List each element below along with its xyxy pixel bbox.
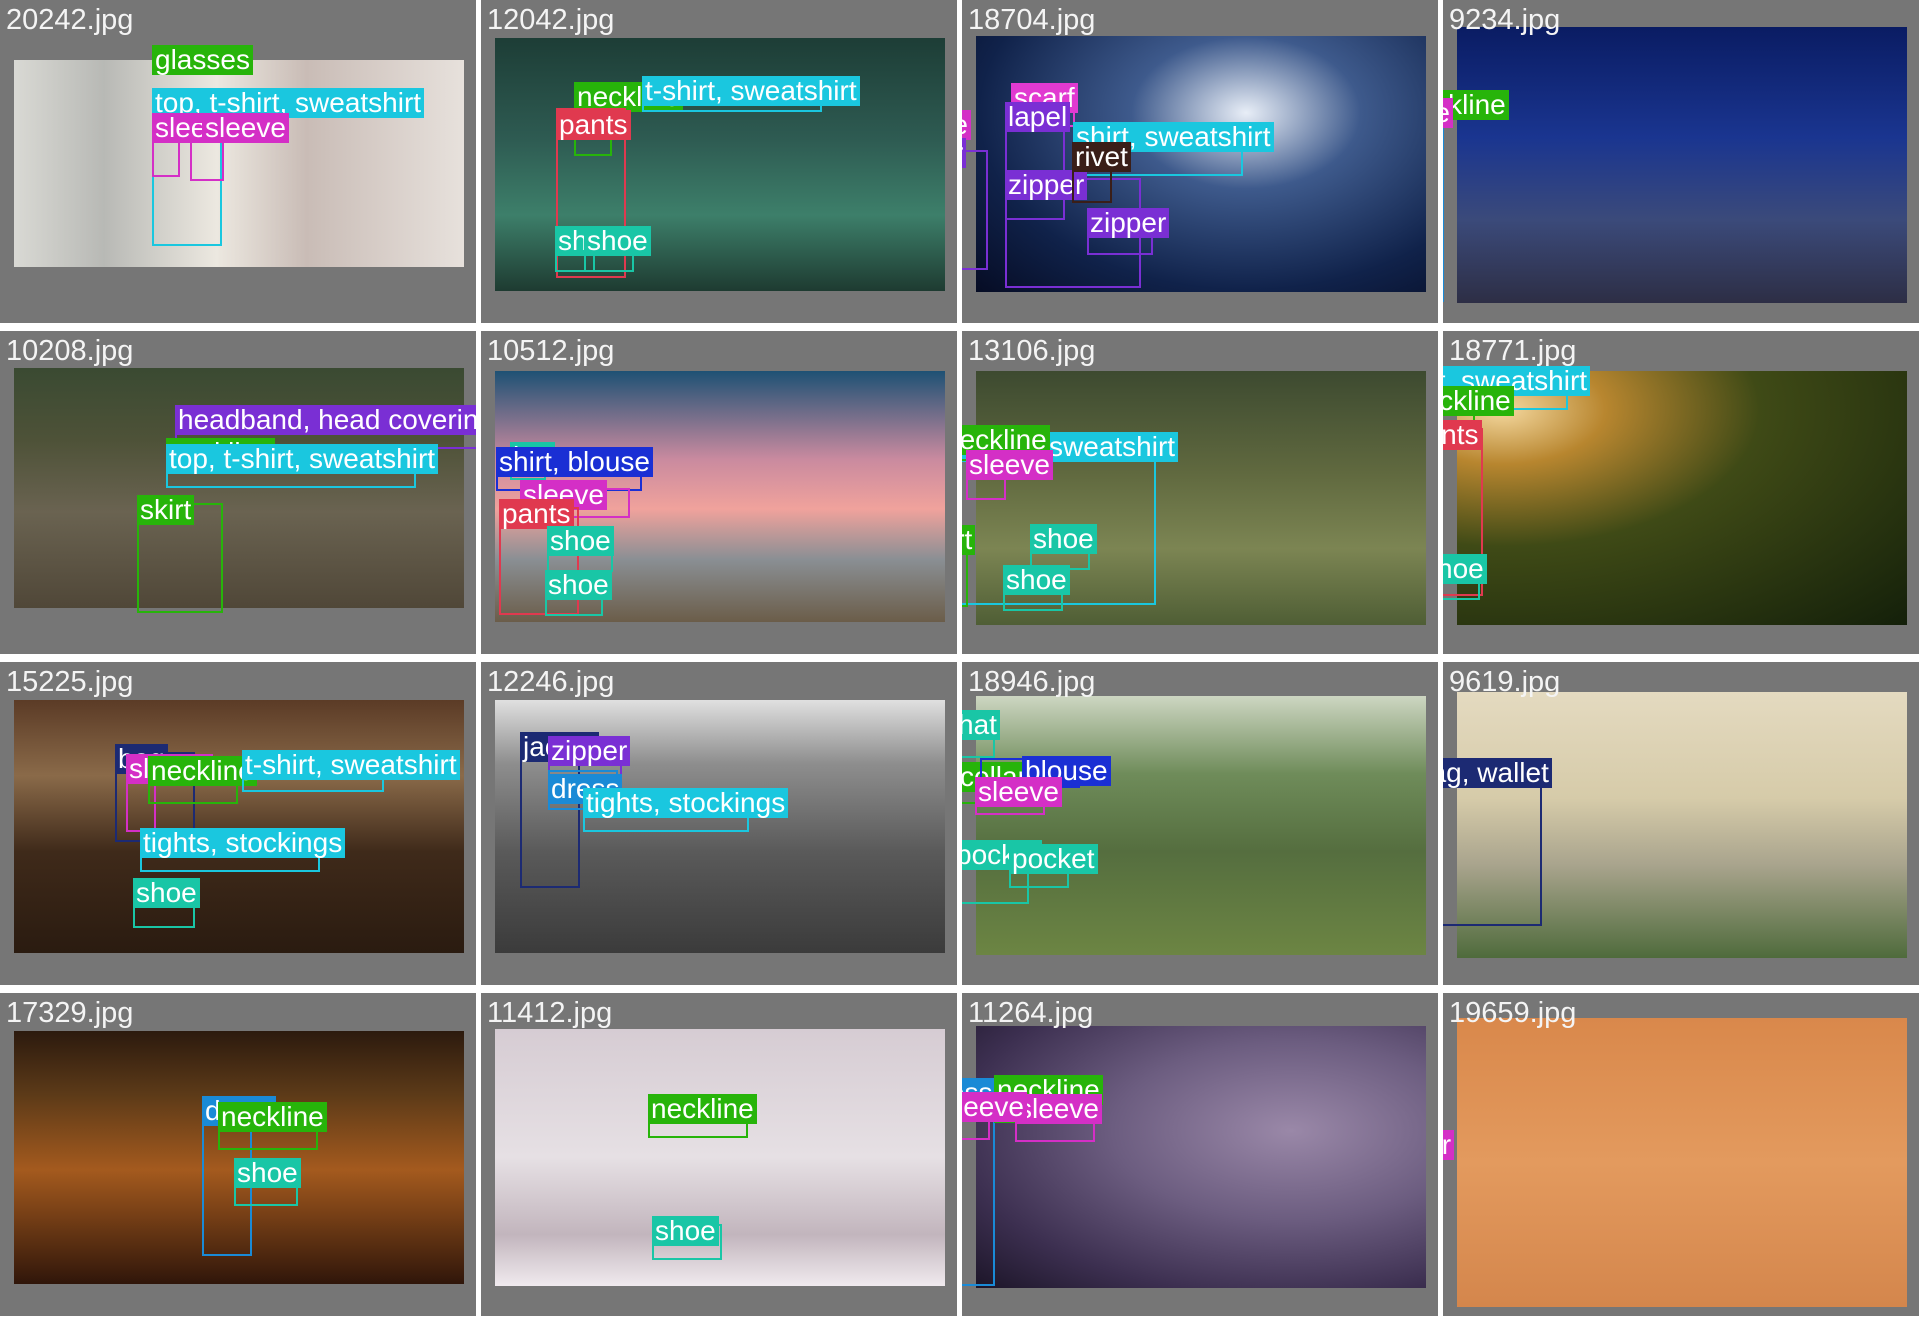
annotation-layer: top, t-shirt, sweatshirtnecklinesleevesk… [962, 331, 1438, 654]
box-label: shoe [234, 1158, 301, 1188]
box-label: sleeve [1015, 1094, 1102, 1124]
annotation-layer: top, t-shirt, sweatshirtnecklinepantssho… [1443, 331, 1919, 654]
box-label: shoe [1443, 554, 1487, 584]
image-tile[interactable]: 12246.jpgjacketzipperdresstights, stocki… [481, 662, 957, 985]
tile-filename: 9619.jpg [1449, 666, 1561, 698]
tile-filename: 15225.jpg [6, 666, 134, 698]
box-label: zipper [962, 138, 967, 168]
box-label: pocket [1009, 844, 1098, 874]
box-label: shoe [545, 570, 612, 600]
box-label: pants [1443, 420, 1482, 450]
annotation-layer: glasses top, t-shirt, sweatshirt sleeve sle… [0, 0, 476, 323]
box-label: pants [556, 110, 631, 140]
box-label: lapel [1005, 102, 1071, 132]
box-label: skirt [137, 495, 195, 525]
image-tile[interactable]: 17329.jpgdressnecklineshoe [0, 993, 476, 1316]
tile-filename: 19659.jpg [1449, 997, 1577, 1029]
bounding-box [1443, 766, 1542, 926]
image-tile[interactable]: 12042.jpg neckline t-shirt, sweatshirt pant… [481, 0, 957, 323]
tile-filename: 12042.jpg [487, 4, 615, 36]
box-label: neckline [648, 1094, 757, 1124]
box-label: sleeve [975, 777, 1062, 807]
box-label: shirt, blouse [496, 447, 653, 477]
image-tile[interactable]: 10208.jpgheadband, head covering, hair a… [0, 331, 476, 654]
box-label: shoe [1030, 524, 1097, 554]
annotation-layer: dressnecklineshoe [0, 993, 476, 1316]
tile-filename: 18946.jpg [968, 666, 1096, 698]
annotation-layer: necklinet-shirt, sweatshirtpantsshoeshoe [481, 0, 957, 323]
box-label: shoe [133, 878, 200, 908]
tile-filename: 17329.jpg [6, 997, 134, 1029]
image-tile[interactable]: 11264.jpgdressnecklinesleevesleeve [962, 993, 1438, 1316]
bounding-box [1443, 120, 1444, 302]
image-tile[interactable]: 11412.jpg neckline shoe [481, 993, 957, 1316]
tile-filename: 11412.jpg [487, 997, 613, 1029]
annotation-layer: neckline shoe [481, 993, 957, 1316]
image-tile[interactable]: 13106.jpgtop, t-shirt, sweatshirtnecklin… [962, 331, 1438, 654]
image-tile[interactable]: 18771.jpgtop, t-shirt, sweatshirtnecklin… [1443, 331, 1919, 654]
box-label: neckline [148, 756, 257, 786]
image-tile[interactable]: 10512.jpghatshirt, blousesleevepantsshoe… [481, 331, 957, 654]
image-tile[interactable]: 18946.jpghatcollarblousesleevepocketpock… [962, 662, 1438, 985]
box-label: t-shirt, sweatshirt [642, 76, 860, 106]
bounding-box [962, 150, 988, 270]
box-label: zipper [548, 736, 631, 766]
image-tile[interactable]: 9619.jpghatdressbag, wallet [1443, 662, 1919, 985]
box-label: sweater [1443, 1130, 1455, 1160]
box-label: headband, head covering, hair accessory [175, 405, 476, 435]
box-label: shoe [547, 526, 614, 556]
annotation-layer: bagsleevenecklinet-shirt, sweatshirttigh… [0, 662, 476, 985]
box-label: t-shirt, sweatshirt [242, 750, 460, 780]
box-label: bag, wallet [1443, 758, 1552, 788]
annotation-layer: scarfnecklinedresssleeve [1443, 0, 1919, 323]
box-label: sleeve [202, 113, 289, 143]
box-label: rivet [1072, 142, 1131, 172]
annotation-layer: dressnecklinesleevesleeve [962, 993, 1438, 1316]
annotation-layer: jackethoodscarfsweaterskirtpocket [1443, 993, 1919, 1316]
tile-filename: 10512.jpg [487, 335, 615, 367]
box-label: shoe [584, 226, 651, 256]
box-label: sleeve [962, 1092, 1027, 1122]
annotation-layer: hatcollarblousesleevepocketpocket [962, 662, 1438, 985]
annotation-layer: headband, head covering, hair accessoryn… [0, 331, 476, 654]
box-label: shoe [652, 1216, 719, 1246]
tile-filename: 10208.jpg [6, 335, 134, 367]
box-label: sleeve [1443, 98, 1453, 128]
box-label: skirt [962, 525, 976, 555]
image-tile[interactable]: 9234.jpgscarfnecklinedresssleeve [1443, 0, 1919, 323]
tile-filename: 18704.jpg [968, 4, 1096, 36]
box-label: sleeve [966, 450, 1053, 480]
image-tile[interactable]: 15225.jpgbagsleevenecklinet-shirt, sweat… [0, 662, 476, 985]
tile-filename: 12246.jpg [487, 666, 615, 698]
box-label: sleeve [962, 110, 971, 140]
tile-filename: 20242.jpg [6, 4, 134, 36]
annotation-layer: jacketsleevezipperscarflapelshirt, sweat… [962, 0, 1438, 323]
box-label: tights, stockings [140, 828, 346, 858]
box-label: neckline [218, 1102, 327, 1132]
box-label: neckline [1443, 386, 1514, 416]
box-label: zipper [1087, 208, 1170, 238]
box-label: hat [962, 710, 1000, 740]
tile-filename: 11264.jpg [968, 997, 1094, 1029]
tile-filename: 13106.jpg [968, 335, 1096, 367]
tile-filename: 9234.jpg [1449, 4, 1561, 36]
box-label: tights, stockings [583, 788, 789, 818]
annotation-layer: hatdressbag, wallet [1443, 662, 1919, 985]
annotation-layer: jacketzipperdresstights, stockings [481, 662, 957, 985]
image-tile[interactable]: 19659.jpgjackethoodscarfsweaterskirtpock… [1443, 993, 1919, 1316]
annotation-layer: hatshirt, blousesleevepantsshoeshoe [481, 331, 957, 654]
image-tile[interactable]: 20242.jpg glasses top, t-shirt, sweatshirt… [0, 0, 476, 323]
box-label: top, t-shirt, sweatshirt [166, 444, 439, 474]
box-label: glasses [152, 45, 253, 75]
annotated-image-grid: 20242.jpg glasses top, t-shirt, sweatshirt… [0, 0, 1920, 1320]
image-tile[interactable]: 18704.jpgjacketsleevezipperscarflapelshi… [962, 0, 1438, 323]
tile-filename: 18771.jpg [1449, 335, 1577, 367]
